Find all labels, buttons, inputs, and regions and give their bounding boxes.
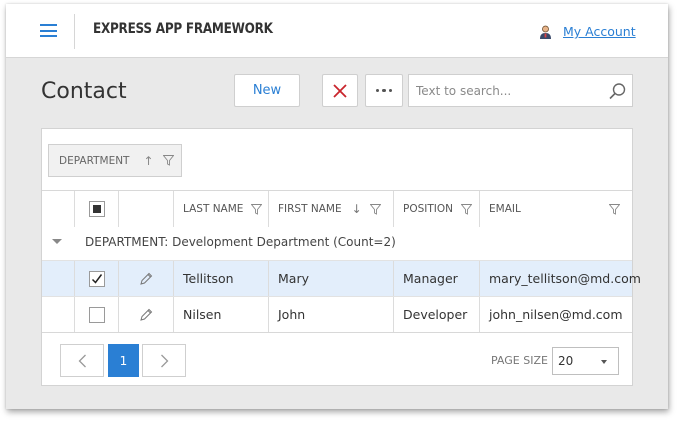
- page-size-select[interactable]: 20: [552, 347, 619, 375]
- account-icon: [540, 25, 551, 39]
- search-icon[interactable]: [608, 82, 627, 101]
- top-bar-divider: [74, 14, 75, 49]
- my-account-link[interactable]: My Account: [563, 24, 636, 39]
- pencil-icon[interactable]: [139, 272, 153, 286]
- edit-column-header: [118, 191, 173, 227]
- search-box: [408, 74, 633, 107]
- new-button[interactable]: New: [234, 74, 300, 107]
- chevron-right-icon: [160, 354, 168, 367]
- email-cell: mary_tellitson@md.com: [479, 261, 641, 296]
- app-window: EXPRESS APP FRAMEWORK My Account Contact…: [6, 4, 668, 409]
- page-button-current[interactable]: 1: [108, 344, 139, 377]
- chevron-left-icon: [78, 354, 86, 367]
- column-title: FIRST NAME: [278, 203, 342, 215]
- select-all-checkbox[interactable]: [88, 201, 105, 217]
- column-title: EMAIL: [489, 203, 521, 215]
- position-cell: Developer: [393, 297, 479, 332]
- grid-panel: DEPARTMENT ↑ LAST NAME FIRST NAME ↓ POSI: [41, 128, 641, 386]
- table-row[interactable]: Nilsen John Developer john_nilsen@md.com: [42, 296, 632, 332]
- group-chip-label: DEPARTMENT: [59, 154, 130, 167]
- table-row[interactable]: Tellitson Mary Manager mary_tellitson@md…: [42, 260, 641, 296]
- previous-page-button[interactable]: [60, 344, 104, 377]
- app-title: EXPRESS APP FRAMEWORK: [93, 21, 273, 37]
- last-name-cell: Nilsen: [173, 297, 268, 332]
- row-select-cell: [74, 297, 118, 332]
- more-actions-button[interactable]: [365, 74, 403, 107]
- grid-header: LAST NAME FIRST NAME ↓ POSITION EMAIL: [42, 190, 632, 227]
- column-header-first-name[interactable]: FIRST NAME ↓: [268, 191, 393, 227]
- collapse-group-icon[interactable]: [52, 239, 62, 244]
- pager: 1 PAGE SIZE 20: [42, 332, 632, 386]
- select-all-header: [74, 191, 118, 227]
- email-cell: john_nilsen@md.com: [479, 297, 632, 332]
- dropdown-arrow-icon: [601, 360, 607, 364]
- delete-button[interactable]: [322, 74, 358, 107]
- sort-up-icon[interactable]: ↑: [143, 154, 153, 168]
- page-size-label: PAGE SIZE: [491, 354, 548, 367]
- group-row-label: DEPARTMENT: Development Department (Coun…: [85, 235, 396, 249]
- column-title: POSITION: [403, 203, 453, 215]
- filter-icon[interactable]: [162, 155, 174, 166]
- column-header-email[interactable]: EMAIL: [479, 191, 632, 227]
- checkmark-icon: [91, 273, 102, 284]
- group-row: DEPARTMENT: Development Department (Coun…: [42, 227, 632, 260]
- filter-icon[interactable]: [461, 203, 472, 215]
- position-cell: Manager: [393, 261, 479, 296]
- hamburger-menu-icon[interactable]: [40, 24, 57, 37]
- close-x-icon: [333, 83, 347, 98]
- edit-cell: [118, 261, 173, 296]
- search-input[interactable]: [416, 82, 601, 100]
- row-select-cell: [74, 261, 118, 296]
- row-checkbox[interactable]: [88, 270, 105, 287]
- row-checkbox[interactable]: [88, 306, 105, 323]
- sort-down-icon[interactable]: ↓: [352, 202, 362, 216]
- edit-cell: [118, 297, 173, 332]
- page-title: Contact: [41, 79, 127, 104]
- first-name-cell: John: [268, 297, 393, 332]
- pencil-icon[interactable]: [139, 308, 153, 322]
- first-name-cell: Mary: [268, 261, 393, 296]
- more-icon: [375, 88, 393, 93]
- filter-icon[interactable]: [609, 204, 620, 215]
- column-title: LAST NAME: [183, 203, 244, 215]
- next-page-button[interactable]: [142, 344, 186, 377]
- last-name-cell: Tellitson: [173, 261, 268, 296]
- filter-icon[interactable]: [369, 203, 381, 215]
- top-bar: EXPRESS APP FRAMEWORK My Account: [6, 4, 668, 58]
- column-header-position[interactable]: POSITION: [393, 191, 479, 227]
- page-size-value: 20: [558, 354, 574, 368]
- group-by-department-chip[interactable]: DEPARTMENT ↑: [48, 144, 182, 177]
- column-header-last-name[interactable]: LAST NAME: [173, 191, 268, 227]
- filter-icon[interactable]: [251, 203, 263, 215]
